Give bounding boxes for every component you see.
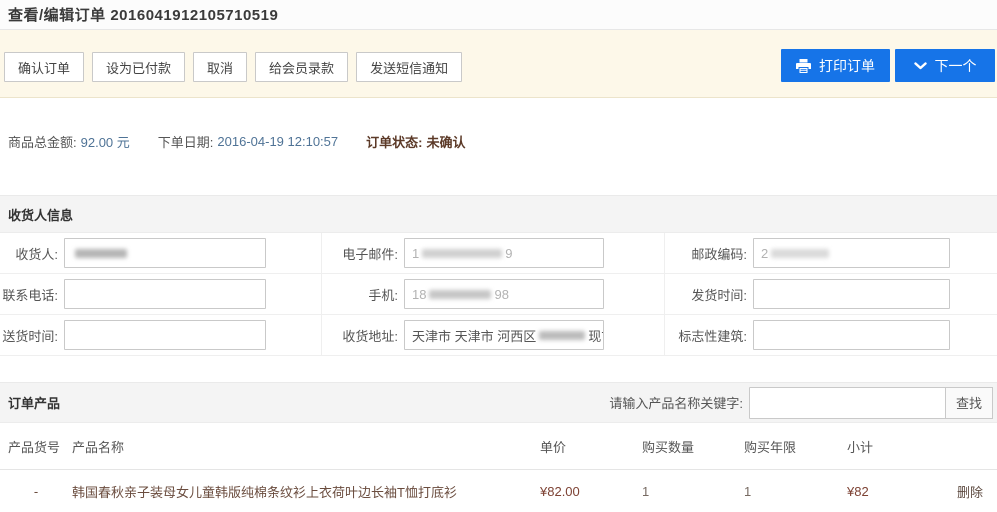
field-contact-phone: 联系电话:: [0, 274, 322, 315]
next-order-label: 下一个: [935, 56, 977, 76]
products-table-header: 产品货号 产品名称 单价 购买数量 购买年限 小计: [0, 423, 997, 470]
product-actions: 删除: [942, 482, 997, 501]
total-amount-label: 商品总金额:: [8, 132, 77, 151]
contact-phone-input[interactable]: [64, 279, 266, 309]
cancel-button[interactable]: 取消: [193, 52, 247, 82]
table-row: - 韩国春秋亲子装母女儿童韩版纯棉条纹衫上衣荷叶边长袖T恤打底衫 ¥82.00 …: [0, 470, 997, 512]
landmark-label: 标志性建筑:: [665, 326, 747, 345]
field-email: 电子邮件: 1 9: [322, 233, 665, 274]
ship-time-input[interactable]: [753, 279, 950, 309]
landmark-input[interactable]: [753, 320, 950, 350]
order-summary-section: 商品总金额: 92.00 元 下单日期: 2016-04-19 12:10:57…: [0, 98, 997, 195]
address-label: 收货地址:: [322, 326, 398, 345]
recipient-name-label: 收货人:: [0, 244, 58, 263]
postal-code-label: 邮政编码:: [665, 244, 747, 263]
contact-phone-label: 联系电话:: [0, 285, 58, 304]
field-ship-time: 发货时间:: [665, 274, 997, 315]
col-header-subtotal: 小计: [847, 437, 942, 456]
mark-paid-button[interactable]: 设为已付款: [92, 52, 185, 82]
product-subtotal: ¥82: [847, 484, 942, 499]
page-title: 查看/编辑订单 2016041912105710519: [8, 4, 278, 25]
product-qty: 1: [642, 484, 744, 499]
col-header-name: 产品名称: [72, 437, 540, 456]
field-address: 收货地址: 天津市 天津市 河西区 现7: [322, 315, 665, 356]
field-mobile: 手机: 18 98: [322, 274, 665, 315]
recipient-section-header: 收货人信息: [0, 195, 997, 233]
chevron-down-icon: [914, 62, 927, 70]
field-delivery-time: 送货时间:: [0, 315, 322, 356]
col-header-years: 购买年限: [744, 437, 847, 456]
product-search-area: 请输入产品名称关键字: 查找: [609, 387, 993, 419]
product-search-button[interactable]: 查找: [945, 387, 993, 419]
order-date-label: 下单日期:: [158, 132, 214, 151]
toolbar-left-group: 确认订单 设为已付款 取消 给会员录款 发送短信通知: [4, 52, 462, 82]
email-value-suffix: 9: [505, 246, 512, 261]
mobile-input[interactable]: 18 98: [404, 279, 604, 309]
mobile-value-suffix: 98: [494, 287, 508, 302]
email-label: 电子邮件:: [322, 244, 398, 263]
field-postal-code: 邮政编码: 2: [665, 233, 997, 274]
delivery-time-input[interactable]: [64, 320, 266, 350]
order-summary-row: 商品总金额: 92.00 元 下单日期: 2016-04-19 12:10:57…: [8, 132, 997, 151]
order-status-value: 未确认: [426, 132, 465, 151]
mobile-label: 手机:: [322, 285, 398, 304]
product-search-label: 请输入产品名称关键字:: [609, 393, 743, 412]
order-status-label: 订单状态:: [366, 132, 422, 151]
products-section-header: 订单产品 请输入产品名称关键字: 查找: [0, 382, 997, 423]
printer-icon: [796, 59, 811, 73]
col-header-qty: 购买数量: [642, 437, 744, 456]
delete-product-link[interactable]: 删除: [957, 485, 983, 500]
product-search-input[interactable]: [749, 387, 946, 419]
product-sku: -: [0, 484, 72, 499]
email-value-prefix: 1: [412, 246, 419, 261]
recipient-name-input[interactable]: [64, 238, 266, 268]
redacted-value: [429, 290, 491, 299]
order-date-group: 下单日期: 2016-04-19 12:10:57: [158, 132, 338, 151]
products-section-title: 订单产品: [8, 393, 60, 412]
address-input[interactable]: 天津市 天津市 河西区 现7: [404, 320, 604, 350]
recipient-section-title: 收货人信息: [8, 205, 73, 224]
delivery-time-label: 送货时间:: [0, 326, 58, 345]
redacted-value: [75, 249, 127, 258]
toolbar-right-group: 打印订单 下一个: [781, 49, 995, 82]
email-input[interactable]: 1 9: [404, 238, 604, 268]
record-payment-button[interactable]: 给会员录款: [255, 52, 348, 82]
order-toolbar: 确认订单 设为已付款 取消 给会员录款 发送短信通知 打印订单 下一个: [0, 30, 997, 98]
product-years: 1: [744, 484, 847, 499]
redacted-value: [422, 249, 502, 258]
page-title-bar: 查看/编辑订单 2016041912105710519: [0, 0, 997, 30]
address-value-prefix: 天津市 天津市 河西区: [412, 326, 536, 345]
send-sms-button[interactable]: 发送短信通知: [356, 52, 462, 82]
redacted-value: [539, 331, 585, 340]
field-landmark: 标志性建筑:: [665, 315, 997, 356]
postal-code-value-prefix: 2: [761, 246, 768, 261]
product-price: ¥82.00: [540, 484, 642, 499]
recipient-form: 收货人: 电子邮件: 1 9 邮政编码: 2 联系电话: 手机: 18 98: [0, 233, 997, 356]
total-amount-group: 商品总金额: 92.00 元: [8, 132, 130, 151]
address-value-suffix: 现7: [588, 326, 604, 345]
col-header-sku: 产品货号: [0, 437, 72, 456]
confirm-order-button[interactable]: 确认订单: [4, 52, 84, 82]
total-amount-value: 92.00 元: [81, 132, 130, 151]
order-date-value: 2016-04-19 12:10:57: [217, 134, 338, 149]
print-order-label: 打印订单: [819, 56, 875, 76]
postal-code-input[interactable]: 2: [753, 238, 950, 268]
field-recipient-name: 收货人:: [0, 233, 322, 274]
col-header-price: 单价: [540, 437, 642, 456]
next-order-button[interactable]: 下一个: [895, 49, 995, 82]
product-name: 韩国春秋亲子装母女儿童韩版纯棉条纹衫上衣荷叶边长袖T恤打底衫: [72, 482, 540, 501]
mobile-value-prefix: 18: [412, 287, 426, 302]
order-status-group: 订单状态: 未确认: [366, 132, 465, 151]
redacted-value: [771, 249, 829, 258]
print-order-button[interactable]: 打印订单: [781, 49, 890, 82]
ship-time-label: 发货时间:: [665, 285, 747, 304]
